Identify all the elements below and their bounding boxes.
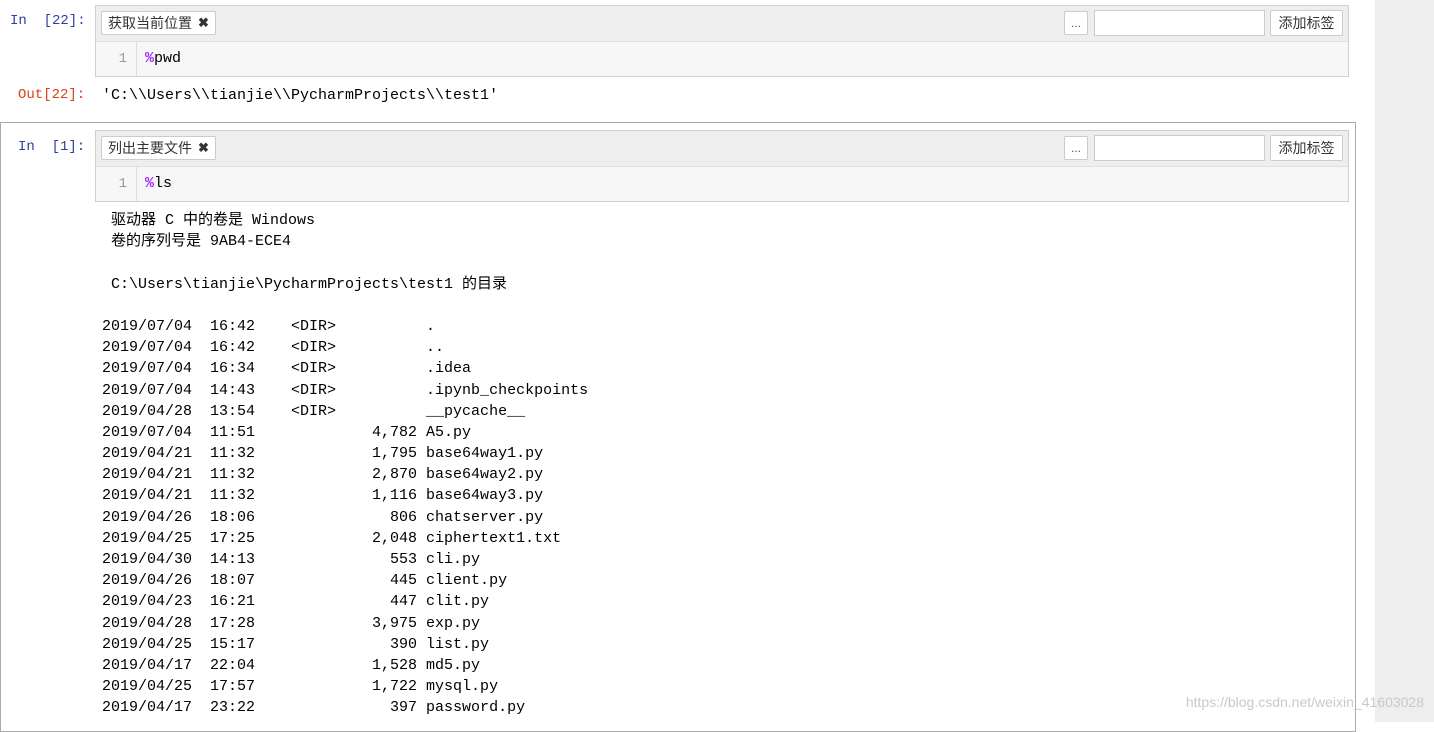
- code-editor[interactable]: 1 %ls: [96, 167, 1348, 201]
- output-stream: 驱动器 C 中的卷是 Windows 卷的序列号是 9AB4-ECE4 C:\U…: [102, 210, 588, 719]
- cell-tag-label: 获取当前位置: [108, 15, 192, 31]
- add-tag-button[interactable]: 添加标签: [1270, 10, 1343, 36]
- output-line: 2019/07/04 11:51 4,782 A5.py: [102, 423, 472, 441]
- tag-input[interactable]: [1094, 135, 1265, 161]
- remove-tag-icon[interactable]: ✖: [198, 11, 209, 35]
- output-line: 2019/04/25 15:17 390 list.py: [102, 635, 490, 653]
- magic-prefix: %: [145, 50, 155, 67]
- output-line: 2019/07/04 16:34 <DIR> .idea: [102, 360, 472, 378]
- output-line: 2019/04/25 17:57 1,722 mysql.py: [102, 678, 499, 696]
- output-line: 驱动器 C 中的卷是 Windows: [102, 212, 316, 229]
- magic-command: ls: [154, 175, 173, 192]
- cell-tag[interactable]: 获取当前位置 ✖: [101, 11, 216, 35]
- output-line: 2019/04/28 13:54 <DIR> __pycache__: [102, 402, 526, 420]
- cell-input-area[interactable]: 列出主要文件 ✖ ... 添加标签 1 %ls: [95, 130, 1349, 202]
- line-number: 1: [96, 167, 137, 201]
- notebook-right-gutter: [1375, 0, 1434, 722]
- cell-tag-toolbar: 列出主要文件 ✖ ... 添加标签: [96, 131, 1348, 167]
- more-options-button[interactable]: ...: [1064, 11, 1088, 35]
- output-line: 卷的序列号是 9AB4-ECE4: [102, 233, 292, 251]
- output-line: 2019/07/04 16:42 <DIR> .: [102, 317, 436, 335]
- code-editor[interactable]: 1 %pwd: [96, 42, 1348, 76]
- output-line: 2019/07/04 16:42 <DIR> ..: [102, 339, 445, 357]
- cell-tag-toolbar: 获取当前位置 ✖ ... 添加标签: [96, 6, 1348, 42]
- output-line: 2019/04/17 22:04 1,528 md5.py: [102, 656, 481, 674]
- cell-input-area[interactable]: 获取当前位置 ✖ ... 添加标签 1 %pwd: [95, 5, 1349, 77]
- output-line: 2019/04/26 18:07 445 client.py: [102, 572, 508, 590]
- output-line: 2019/04/21 11:32 2,870 base64way2.py: [102, 466, 544, 484]
- output-line: 2019/04/23 16:21 447 clit.py: [102, 593, 490, 611]
- output-prompt: Out[22]:: [18, 87, 86, 103]
- output-line: 2019/04/17 23:22 397 password.py: [102, 699, 526, 717]
- output-line: 2019/04/21 11:32 1,795 base64way1.py: [102, 445, 544, 463]
- output-line: 2019/07/04 14:43 <DIR> .ipynb_checkpoint…: [102, 381, 589, 399]
- output-line: C:\Users\tianjie\PycharmProjects\test1 的…: [102, 275, 508, 293]
- code-text[interactable]: %pwd: [145, 42, 181, 76]
- output-line: 2019/04/26 18:06 806 chatserver.py: [102, 508, 544, 526]
- output-line: 2019/04/28 17:28 3,975 exp.py: [102, 614, 481, 632]
- output-line: 2019/04/21 11:32 1,116 base64way3.py: [102, 487, 544, 505]
- output-text: 'C:\\Users\\tianjie\\PycharmProjects\\te…: [102, 87, 499, 104]
- remove-tag-icon[interactable]: ✖: [198, 136, 209, 160]
- magic-command: pwd: [154, 50, 182, 67]
- tag-input[interactable]: [1094, 10, 1265, 36]
- output-line: 2019/04/25 17:25 2,048 ciphertext1.txt: [102, 529, 562, 547]
- magic-prefix: %: [145, 175, 155, 192]
- more-options-button[interactable]: ...: [1064, 136, 1088, 160]
- watermark: https://blog.csdn.net/weixin_41603028: [1185, 694, 1424, 710]
- line-number: 1: [96, 42, 137, 76]
- cell-tag-label: 列出主要文件: [108, 140, 192, 156]
- input-prompt: In [22]:: [10, 13, 86, 29]
- input-prompt: In [1]:: [18, 139, 86, 155]
- code-text[interactable]: %ls: [145, 167, 172, 201]
- add-tag-button[interactable]: 添加标签: [1270, 135, 1343, 161]
- output-line: 2019/04/30 14:13 553 cli.py: [102, 551, 481, 568]
- cell-tag[interactable]: 列出主要文件 ✖: [101, 136, 216, 160]
